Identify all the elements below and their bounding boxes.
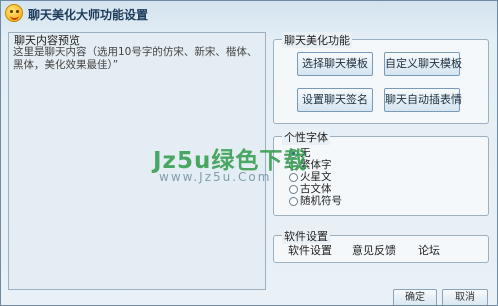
select-template-button[interactable]: 选择聊天模板 bbox=[297, 52, 373, 76]
feedback-link[interactable]: 意见反馈 bbox=[352, 242, 396, 258]
software-settings-link[interactable]: 软件设置 bbox=[288, 242, 332, 258]
chat-preview-text: 这里是聊天内容（选用10号字的仿宋、新宋、楷体、黑体，美化效果最佳）” bbox=[13, 46, 258, 71]
radio-icon[interactable] bbox=[289, 160, 298, 170]
auto-emoticon-button[interactable]: 聊天自动插表情 bbox=[384, 88, 462, 112]
cancel-button[interactable]: 取消 bbox=[442, 289, 488, 305]
font-option-martian[interactable]: 火星文 bbox=[289, 171, 332, 183]
font-option-traditional[interactable]: 繁体字 bbox=[289, 159, 332, 171]
chat-beautify-legend: 聊天美化功能 bbox=[282, 32, 352, 48]
forum-link[interactable]: 论坛 bbox=[418, 242, 440, 258]
custom-template-button[interactable]: 自定义聊天模板 bbox=[384, 52, 462, 76]
font-option-none[interactable]: 无 bbox=[289, 147, 311, 159]
radio-icon[interactable] bbox=[289, 184, 298, 194]
software-settings-group: 软件设置 软件设置 意见反馈 论坛 bbox=[273, 228, 489, 263]
font-option-random-symbols[interactable]: 随机符号 bbox=[289, 195, 342, 207]
radio-icon[interactable] bbox=[289, 172, 298, 182]
radio-icon[interactable] bbox=[289, 148, 298, 158]
smiley-app-icon bbox=[5, 4, 23, 22]
font-option-ancient[interactable]: 古文体 bbox=[289, 183, 332, 195]
radio-icon[interactable] bbox=[289, 196, 298, 206]
title-bar[interactable]: 聊天美化大师功能设置 bbox=[1, 1, 497, 27]
set-signature-button[interactable]: 设置聊天签名 bbox=[297, 88, 373, 112]
chat-beautify-group: 聊天美化功能 选择聊天模板 自定义聊天模板 设置聊天签名 聊天自动插表情 bbox=[273, 32, 489, 124]
ok-button[interactable]: 确定 bbox=[393, 289, 437, 305]
settings-window: 聊天美化大师功能设置 聊天内容预览 这里是聊天内容（选用10号字的仿宋、新宋、楷… bbox=[0, 0, 498, 306]
window-title: 聊天美化大师功能设置 bbox=[28, 8, 149, 22]
font-style-legend: 个性字体 bbox=[282, 129, 330, 145]
chat-preview-panel: 聊天内容预览 这里是聊天内容（选用10号字的仿宋、新宋、楷体、黑体，美化效果最佳… bbox=[8, 32, 266, 290]
font-style-group: 个性字体 无 繁体字 火星文 古文体 随机符号 bbox=[273, 129, 489, 216]
